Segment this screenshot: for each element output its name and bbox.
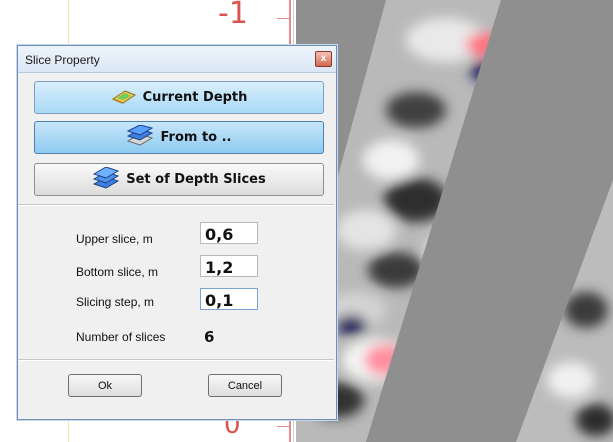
slicing-step-input[interactable]: 0,1 (200, 288, 258, 310)
number-of-slices-label: Number of slices (76, 330, 166, 344)
bottom-slice-label: Bottom slice, m (76, 265, 159, 279)
close-icon: x (320, 53, 327, 64)
slice-stack-icon (92, 165, 120, 193)
upper-slice-input[interactable]: 0,6 (200, 222, 258, 244)
single-slice-icon (111, 87, 137, 109)
axis-tick (277, 18, 291, 19)
bottom-slice-input[interactable]: 1,2 (200, 255, 258, 277)
from-to-button[interactable]: From to .. (34, 121, 324, 154)
close-button[interactable]: x (315, 51, 332, 67)
depth-axis-label-top: -1 (218, 0, 248, 31)
dialog-titlebar[interactable]: Slice Property x (18, 46, 336, 73)
cancel-button[interactable]: Cancel (208, 374, 282, 397)
from-to-label: From to .. (160, 130, 232, 145)
dialog-title: Slice Property (25, 53, 100, 67)
divider (18, 204, 334, 206)
radar-image-svg (296, 0, 613, 442)
upper-slice-label: Upper slice, m (76, 232, 153, 246)
current-depth-label: Current Depth (142, 90, 248, 105)
slicing-step-label: Slicing step, m (76, 295, 155, 309)
current-depth-button[interactable]: Current Depth (34, 81, 324, 114)
radar-image (296, 0, 613, 442)
number-of-slices-value: 6 (204, 328, 215, 346)
set-of-depth-slices-button[interactable]: Set of Depth Slices (34, 163, 324, 196)
slice-range-icon (126, 123, 154, 151)
ok-button[interactable]: Ok (68, 374, 142, 397)
axis-tick (277, 426, 291, 427)
set-of-depth-slices-label: Set of Depth Slices (126, 172, 266, 187)
slice-property-dialog: Slice Property x Current Depth From to .… (17, 45, 337, 420)
divider (18, 359, 334, 361)
